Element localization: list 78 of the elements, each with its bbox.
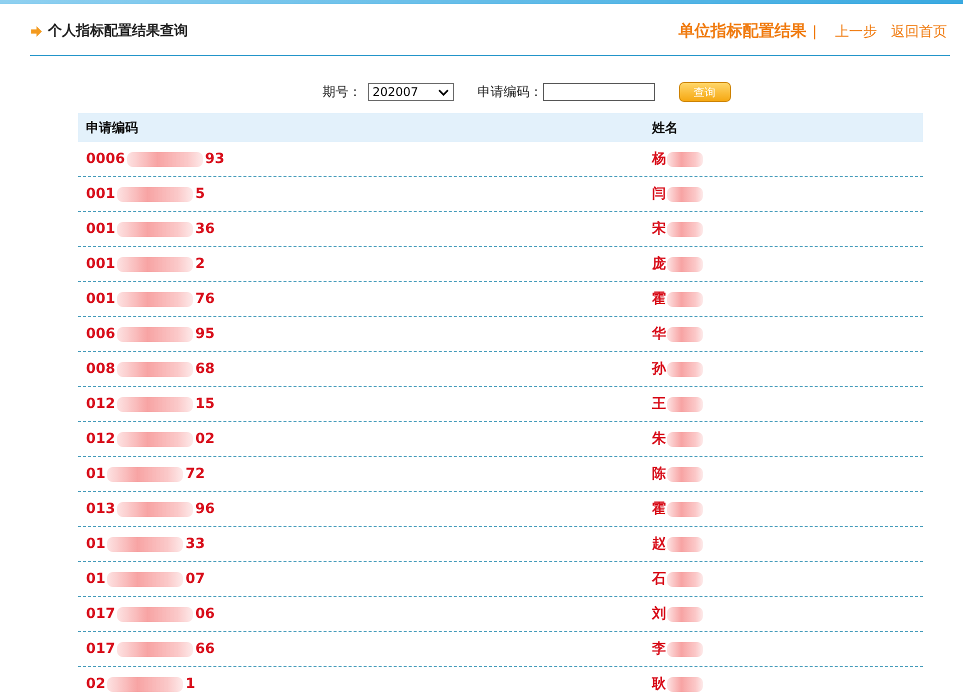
code-text: 01 [86,536,106,552]
results-link[interactable]: 单位指标配置结果 [678,20,806,42]
code-text: 5 [195,186,205,202]
name-text: 霍 [652,500,666,518]
separator: | [812,24,817,40]
name-text: 庞 [652,255,666,273]
name-text: 王 [652,395,666,413]
redaction-mark [667,432,703,446]
name-text: 石 [652,570,666,588]
redaction-mark [667,502,703,516]
code-text: 012 [86,431,116,447]
redaction-mark [667,466,703,482]
name-text: 宋 [652,220,666,238]
redaction-mark [667,186,703,202]
code-text: 001 [86,186,116,202]
redaction-mark [667,152,703,166]
code-text: 01 [86,466,106,482]
period-select[interactable]: 202007 [368,83,454,101]
code-text: 2 [195,256,205,272]
code-text: 68 [195,361,215,377]
name-text: 李 [652,640,666,658]
code-text: 001 [86,221,116,237]
code-text: 0006 [86,151,125,167]
name-text: 霍 [652,290,666,308]
code-text: 01 [86,571,106,587]
period-label: 期号： [322,84,362,101]
column-header: 姓名 [652,120,679,136]
redaction-mark [667,572,703,586]
code-text: 017 [86,641,116,657]
redaction-mark [667,642,703,656]
page-title: 个人指标配置结果查询 [48,22,188,40]
caret-icon [438,88,448,96]
name-text: 赵 [652,535,666,553]
redaction-mark [667,536,703,552]
code-text: 76 [195,291,215,307]
code-label: 申请编码： [478,84,542,101]
arrow-icon [30,24,43,38]
redaction-mark [667,256,703,272]
name-text: 陈 [652,465,666,483]
redaction-mark [667,606,703,622]
code-text: 008 [86,361,116,377]
code-text: 95 [195,326,215,342]
name-text: 耿 [652,675,666,693]
code-text: 66 [195,641,215,657]
redaction-mark [667,396,703,412]
nav-link[interactable]: 上一步 [835,22,877,40]
code-text: 012 [86,396,116,412]
code-text: 93 [204,151,224,167]
code-text: 001 [86,291,116,307]
redaction-mark [667,222,703,236]
search-button[interactable]: 查询 [678,82,730,102]
redaction-mark [667,362,703,376]
name-text: 朱 [652,430,666,448]
code-text: 006 [86,326,116,342]
name-text: 杨 [652,150,666,168]
code-text: 07 [185,571,205,587]
code-input[interactable] [542,83,654,101]
code-text: 001 [86,256,116,272]
code-text: 017 [86,606,116,622]
name-text: 闫 [652,185,666,203]
name-text: 华 [652,325,666,343]
code-text: 36 [195,221,215,237]
redaction-mark [667,676,703,692]
redaction-mark [667,292,703,306]
code-text: 013 [86,501,116,517]
redaction-mark [667,326,703,342]
code-text: 15 [195,396,215,412]
name-text: 刘 [652,605,666,623]
code-text: 02 [86,676,106,692]
nav-link[interactable]: 返回首页 [891,22,947,40]
code-text: 72 [185,466,205,482]
name-text: 孙 [652,360,666,378]
code-text: 1 [185,676,196,692]
code-text: 96 [195,501,215,517]
code-text: 33 [185,536,205,552]
column-header: 申请编码 [86,120,139,136]
code-text: 02 [195,431,215,447]
code-text: 06 [195,606,215,622]
